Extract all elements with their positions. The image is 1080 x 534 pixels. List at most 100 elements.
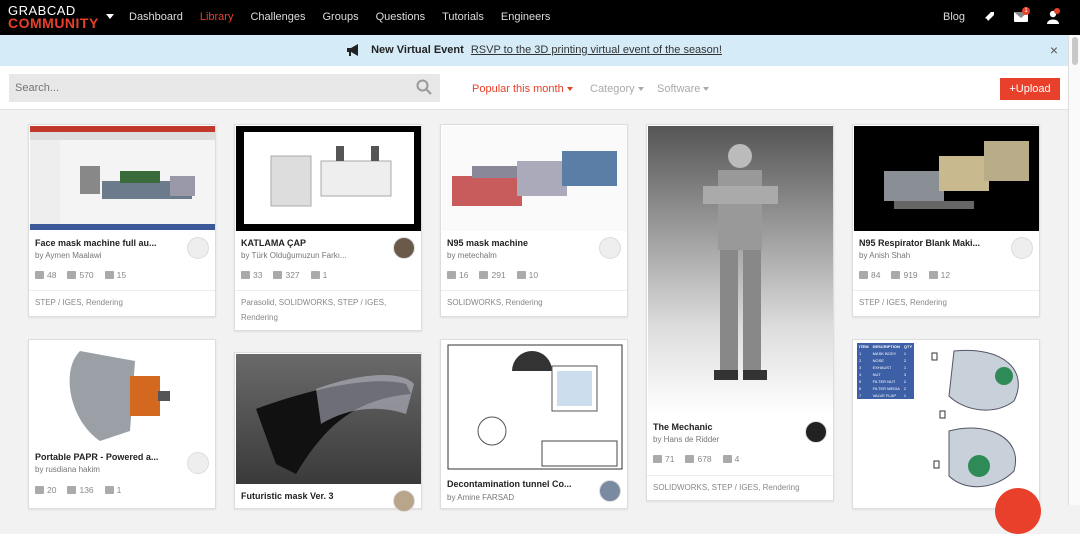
search-input[interactable] <box>9 74 440 102</box>
model-card[interactable]: ITEM DESCRIPTION QTY 1 MASK BODY 1 2 NOSE 2 3E… <box>852 339 1040 509</box>
card-author[interactable]: by Hans de Ridder <box>653 435 719 444</box>
model-thumbnail[interactable]: ITEM DESCRIPTION QTY 1 MASK BODY 1 2 NOSE 2 3E… <box>854 341 1039 506</box>
comments-count: 12 <box>940 270 951 280</box>
popular-filter-label: Popular this month <box>472 83 564 95</box>
model-thumbnail[interactable] <box>442 341 627 472</box>
card-tags: Parasolid, SOLIDWORKS, STEP / IGES, Rend… <box>241 298 387 322</box>
card-author[interactable]: by Aymen Maalawi <box>35 251 102 260</box>
nav-blog[interactable]: Blog <box>943 11 965 23</box>
card-stats: 71 678 4 <box>653 454 750 464</box>
search-icon[interactable] <box>416 79 432 95</box>
nav-tutorials[interactable]: Tutorials <box>442 11 484 23</box>
avatar[interactable] <box>599 237 621 259</box>
model-thumbnail[interactable] <box>442 126 627 231</box>
comment-icon <box>722 455 732 463</box>
grabcad-logo[interactable]: GRABCAD COMMUNITY <box>8 4 99 30</box>
thumbs-up-icon <box>35 271 44 279</box>
downloads-count: 291 <box>491 270 506 280</box>
card-title[interactable]: N95 mask machine <box>447 238 587 248</box>
card-title[interactable]: Face mask machine full au... <box>35 238 175 248</box>
nav-dashboard[interactable]: Dashboard <box>129 11 183 23</box>
model-thumbnail[interactable] <box>854 126 1039 231</box>
card-title[interactable]: Portable PAPR - Powered a... <box>35 452 175 462</box>
model-thumbnail[interactable] <box>30 341 215 446</box>
scrollbar-thumb[interactable] <box>1072 37 1078 65</box>
chevron-down-icon[interactable] <box>106 14 114 19</box>
avatar[interactable] <box>187 452 209 474</box>
model-card[interactable]: N95 Respirator Blank Maki... by Anish Sh… <box>852 124 1040 317</box>
avatar[interactable] <box>393 237 415 259</box>
avatar[interactable] <box>393 490 415 512</box>
avatar[interactable] <box>599 480 621 502</box>
card-author[interactable]: by Amine FARSAD <box>447 493 514 502</box>
comments-count: 4 <box>734 454 740 464</box>
software-filter[interactable]: Software <box>657 83 710 95</box>
nav-engineers[interactable]: Engineers <box>501 11 551 23</box>
respirator-parts-image <box>931 349 1019 488</box>
nav-library[interactable]: Library <box>200 11 234 23</box>
card-divider <box>647 475 833 476</box>
model-thumbnail[interactable] <box>236 354 421 484</box>
tunnel-drawing-image <box>447 344 623 470</box>
card-author[interactable]: by Anish Shah <box>859 251 910 260</box>
card-author[interactable]: by Türk Olduğumuzun Farkı... <box>241 251 347 260</box>
nav-groups[interactable]: Groups <box>323 11 359 23</box>
card-stats: 33 327 1 <box>241 270 338 280</box>
download-icon <box>891 271 901 279</box>
likes-count: 71 <box>665 454 675 464</box>
nav-challenges[interactable]: Challenges <box>250 11 305 23</box>
rocket-icon[interactable] <box>982 10 996 24</box>
close-icon[interactable]: × <box>1050 35 1058 66</box>
card-stats: 16 291 10 <box>447 270 549 280</box>
category-filter-label: Category <box>590 83 635 95</box>
likes-count: 20 <box>47 485 57 495</box>
comments-count: 1 <box>116 485 122 495</box>
category-filter[interactable]: Category <box>590 83 644 95</box>
comment-icon <box>516 271 526 279</box>
upload-button[interactable]: +Upload <box>1000 78 1060 100</box>
avatar[interactable] <box>187 237 209 259</box>
model-thumbnail[interactable] <box>648 126 833 414</box>
model-thumbnail[interactable] <box>236 126 421 231</box>
library-toolbar: Popular this month Category Software +Up… <box>0 66 1068 110</box>
card-tags: SOLIDWORKS, Rendering <box>447 298 543 307</box>
nav-questions[interactable]: Questions <box>376 11 426 23</box>
card-stats: 20 136 1 <box>35 485 132 495</box>
model-card[interactable]: KATLAMA ÇAP by Türk Olduğumuzun Farkı...… <box>234 124 422 331</box>
avatar[interactable] <box>1011 237 1033 259</box>
avatar[interactable] <box>805 421 827 443</box>
download-icon <box>685 455 695 463</box>
banner-title: New Virtual Event <box>371 44 464 56</box>
comments-count: 10 <box>528 270 539 280</box>
scrollbar[interactable] <box>1068 35 1080 505</box>
download-icon <box>67 486 77 494</box>
model-card[interactable]: Decontamination tunnel Co... by Amine FA… <box>440 339 628 509</box>
downloads-count: 678 <box>697 454 712 464</box>
download-icon <box>67 271 77 279</box>
card-author[interactable]: by metechalm <box>447 251 497 260</box>
banner-link[interactable]: RSVP to the 3D printing virtual event of… <box>471 44 722 56</box>
comments-count: 15 <box>116 270 127 280</box>
model-card[interactable]: Portable PAPR - Powered a... by rusdiana… <box>28 339 216 509</box>
model-card[interactable]: N95 mask machine by metechalm 16 291 10 … <box>440 124 628 317</box>
card-author[interactable]: by rusdiana hakim <box>35 465 100 474</box>
card-title[interactable]: KATLAMA ÇAP <box>241 238 381 248</box>
model-card[interactable]: Futuristic mask Ver. 3 <box>234 352 422 512</box>
card-title[interactable]: The Mechanic <box>653 422 793 432</box>
model-thumbnail[interactable] <box>30 126 215 230</box>
model-card[interactable]: The Mechanic by Hans de Ridder 71 678 4 … <box>646 124 834 501</box>
chevron-down-icon <box>566 87 573 92</box>
software-filter-label: Software <box>657 83 701 95</box>
thumbs-up-icon <box>35 486 44 494</box>
card-title[interactable]: N95 Respirator Blank Maki... <box>859 238 999 248</box>
comment-icon <box>104 271 114 279</box>
popular-filter[interactable]: Popular this month <box>472 83 573 95</box>
event-banner: New Virtual Event RSVP to the 3D printin… <box>0 35 1068 66</box>
model-card[interactable]: Face mask machine full au... by Aymen Ma… <box>28 124 216 317</box>
user-notification-dot <box>1054 8 1060 14</box>
likes-count: 84 <box>871 270 881 280</box>
card-title[interactable]: Decontamination tunnel Co... <box>447 479 587 489</box>
card-divider <box>29 290 215 291</box>
card-title[interactable]: Futuristic mask Ver. 3 <box>241 491 381 501</box>
help-chat-button[interactable] <box>995 488 1041 534</box>
